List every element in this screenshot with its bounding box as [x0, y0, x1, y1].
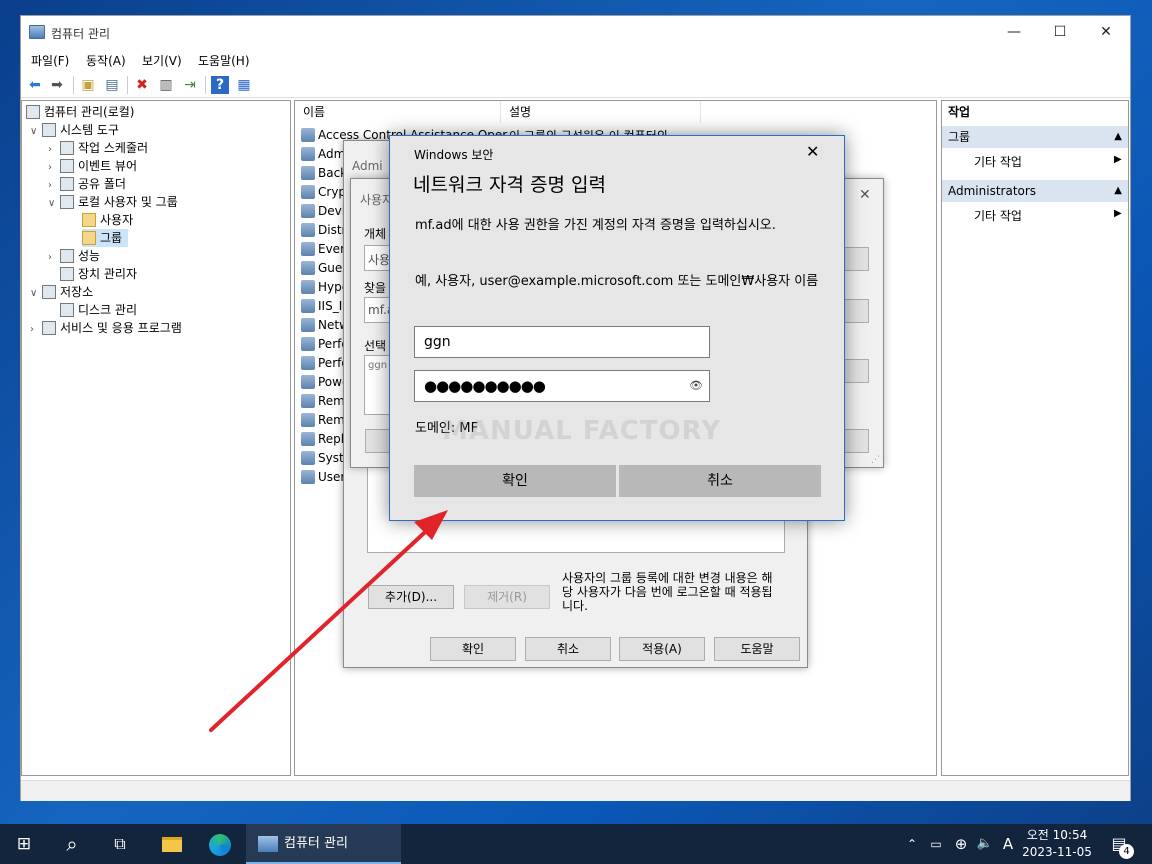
taskbar-app-computer-management[interactable]: 컴퓨터 관리 — [246, 824, 401, 864]
clock[interactable]: 오전 10:54 2023-11-05 — [1022, 827, 1092, 861]
clock-time: 오전 10:54 — [1026, 828, 1088, 842]
file-explorer-icon[interactable] — [148, 824, 196, 864]
edge-browser-icon[interactable] — [196, 824, 244, 864]
volume-muted-icon[interactable]: 🔈 — [974, 824, 996, 864]
taskbar: ⊞ ⌕ ⧉ 컴퓨터 관리 ⌃ ▭ ⊕ 🔈 A 오전 10:54 2023-11-… — [0, 824, 1152, 864]
computer-management-icon — [258, 835, 278, 852]
start-windows-icon[interactable]: ⊞ — [0, 824, 48, 864]
input-method-indicator[interactable]: A — [998, 824, 1018, 864]
clock-date: 2023-11-05 — [1022, 845, 1092, 859]
search-icon[interactable]: ⌕ — [48, 824, 96, 864]
battery-icon[interactable]: ▭ — [925, 824, 947, 864]
annotation-arrow-icon — [209, 510, 448, 732]
network-globe-icon[interactable]: ⊕ — [950, 824, 972, 864]
task-view-icon[interactable]: ⧉ — [96, 824, 144, 864]
notification-badge: 4 — [1119, 844, 1134, 859]
show-hidden-icons-icon[interactable]: ⌃ — [902, 824, 922, 864]
